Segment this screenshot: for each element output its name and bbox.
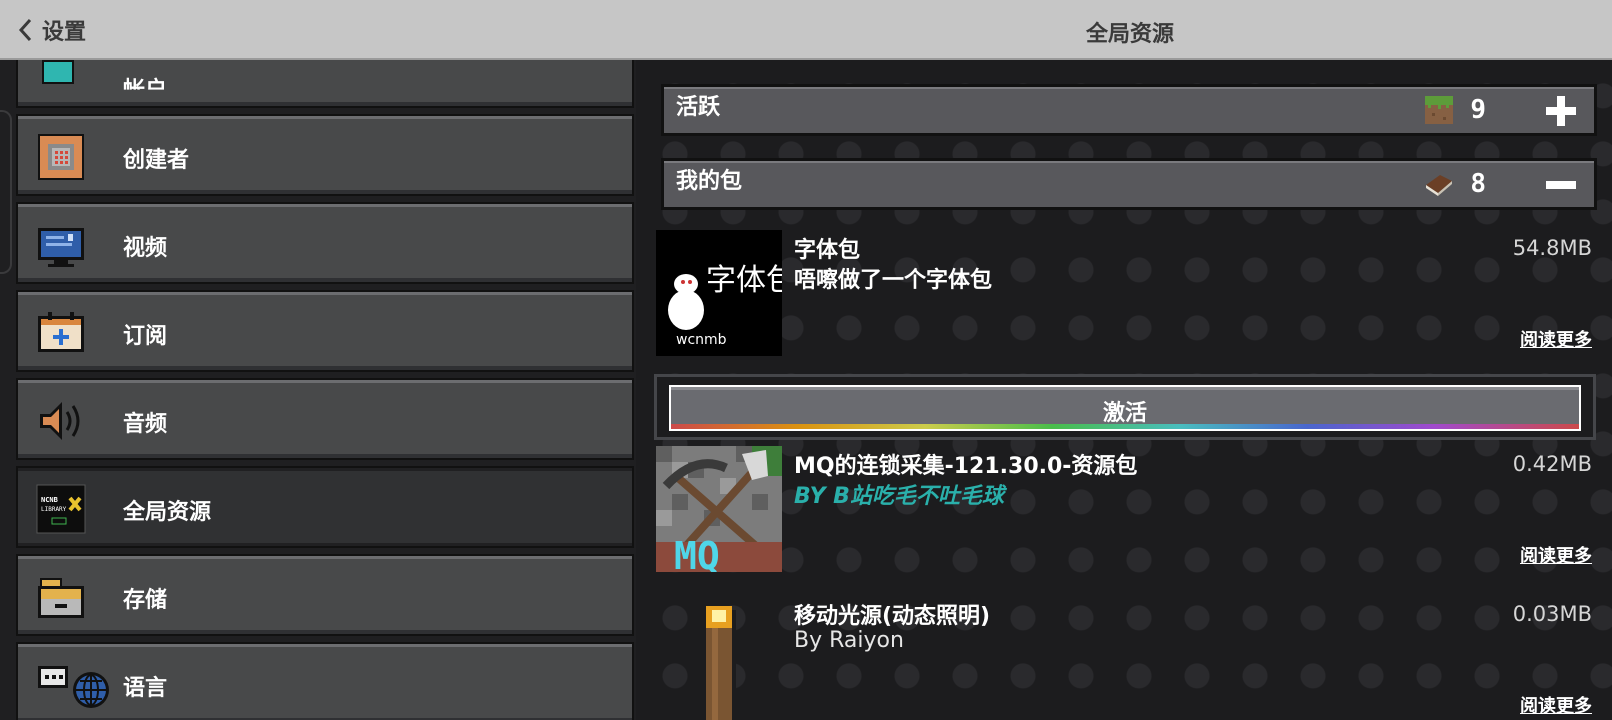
activate-button-frame: 激活 bbox=[654, 374, 1596, 440]
pack-title: 字体包 bbox=[794, 238, 861, 263]
plus-icon[interactable] bbox=[1542, 92, 1580, 130]
grass-block-icon bbox=[1425, 96, 1453, 124]
pack-description: BY B站吃毛不吐毛球 bbox=[794, 484, 1004, 509]
pack-description: 唔嚓做了一个字体包 bbox=[794, 268, 993, 293]
active-pack-count: 9 bbox=[1470, 95, 1486, 125]
sidebar-item-subscription[interactable]: 订阅 bbox=[16, 290, 634, 372]
sidebar-item-label: 语言 bbox=[123, 676, 168, 701]
subscription-icon bbox=[38, 312, 84, 352]
chevron-left-icon bbox=[18, 18, 32, 42]
account-icon bbox=[42, 60, 74, 84]
pack-description: By Raiyon bbox=[794, 628, 904, 653]
read-more-link[interactable]: 阅读更多 bbox=[1520, 326, 1592, 352]
svg-text:LIBRARY: LIBRARY bbox=[41, 506, 67, 513]
section-title: 我的包 bbox=[676, 169, 743, 194]
pack-size: 0.42MB bbox=[1512, 452, 1592, 476]
settings-sidebar: 帐户 创建者 视频 订阅 音频 NCNB LIBRARY 全局资源 存储 语言 bbox=[0, 60, 636, 720]
thumb-text: 字体包 bbox=[706, 263, 782, 298]
creator-icon bbox=[38, 134, 84, 180]
torch-icon bbox=[700, 606, 736, 720]
sidebar-item-label: 音频 bbox=[123, 412, 168, 437]
activate-label: 激活 bbox=[1102, 401, 1147, 426]
storage-icon bbox=[38, 578, 84, 618]
sidebar-item-creator[interactable]: 创建者 bbox=[16, 114, 634, 196]
active-packs-header[interactable]: 活跃 9 bbox=[661, 84, 1597, 136]
page-title: 全局资源 bbox=[1085, 22, 1174, 47]
sidebar-item-account[interactable]: 帐户 bbox=[16, 60, 634, 108]
mq-pack-thumbnail: MQ bbox=[656, 446, 782, 572]
minus-icon[interactable] bbox=[1542, 166, 1580, 204]
pack-item-font[interactable]: 字体包 wcnmb 字体包 唔嚓做了一个字体包 54.8MB 阅读更多 bbox=[656, 230, 1596, 356]
video-icon bbox=[38, 228, 84, 267]
sidebar-item-label: 订阅 bbox=[123, 324, 168, 349]
audio-icon bbox=[40, 402, 80, 440]
global-resources-icon: NCNB LIBRARY bbox=[36, 484, 86, 534]
pack-item-dynamic-lighting[interactable]: 移动光源(动态照明) By Raiyon 0.03MB 阅读更多 bbox=[656, 596, 1596, 720]
pack-title: 移动光源(动态照明) bbox=[794, 604, 991, 629]
global-resources-panel: 活跃 9 我的包 8 字体包 wcnmb 字体包 唔嚓做了一个字体包 54.8M… bbox=[636, 60, 1612, 720]
back-label: 设置 bbox=[42, 20, 87, 45]
sidebar-item-label: 全局资源 bbox=[123, 500, 212, 525]
sidebar-item-storage[interactable]: 存储 bbox=[16, 554, 634, 636]
sidebar-item-label: 存储 bbox=[123, 588, 168, 613]
my-pack-count: 8 bbox=[1470, 169, 1486, 199]
thumb-text: MQ bbox=[674, 534, 720, 572]
sidebar-item-label: 创建者 bbox=[123, 148, 190, 173]
my-packs-header[interactable]: 我的包 8 bbox=[661, 158, 1597, 210]
sidebar-item-video[interactable]: 视频 bbox=[16, 202, 634, 284]
svg-text:NCNB: NCNB bbox=[41, 496, 58, 504]
thumb-caption: wcnmb bbox=[676, 332, 727, 348]
sidebar-item-audio[interactable]: 音频 bbox=[16, 378, 634, 460]
language-icon bbox=[38, 666, 109, 708]
read-more-link[interactable]: 阅读更多 bbox=[1520, 692, 1592, 718]
section-title: 活跃 bbox=[676, 95, 721, 120]
sidebar-scroll-edge bbox=[0, 90, 12, 690]
back-button[interactable]: 设置 bbox=[18, 14, 86, 46]
sidebar-item-label: 视频 bbox=[123, 236, 168, 261]
book-icon bbox=[1426, 175, 1452, 196]
sidebar-item-label: 帐户 bbox=[123, 78, 168, 103]
activate-button[interactable]: 激活 bbox=[669, 385, 1581, 431]
read-more-link[interactable]: 阅读更多 bbox=[1520, 542, 1592, 568]
top-bar: 设置 全局资源 bbox=[0, 0, 1612, 60]
pack-title: MQ的连锁采集-121.30.0-资源包 bbox=[794, 454, 1138, 479]
sidebar-item-language[interactable]: 语言 bbox=[16, 642, 634, 720]
font-pack-thumbnail: 字体包 wcnmb bbox=[656, 230, 782, 356]
pack-size: 0.03MB bbox=[1512, 602, 1592, 626]
pack-size: 54.8MB bbox=[1512, 236, 1592, 260]
pack-item-mq-chain-mining[interactable]: MQ MQ的连锁采集-121.30.0-资源包 BY B站吃毛不吐毛球 0.42… bbox=[656, 446, 1596, 572]
sidebar-item-global-resources[interactable]: NCNB LIBRARY 全局资源 bbox=[16, 466, 634, 548]
